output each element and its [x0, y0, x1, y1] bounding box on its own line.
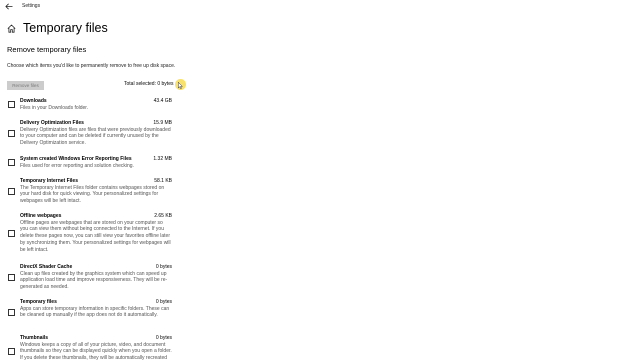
mouse-cursor — [175, 79, 186, 90]
item-description: The Temporary Internet Files folder cont… — [20, 184, 165, 205]
item-description: Windows keeps a copy of all of your pict… — [20, 341, 172, 360]
item-description: Delivery Optimization files are files th… — [20, 126, 171, 147]
downloads-checkbox[interactable] — [8, 101, 15, 108]
thumbnails-checkbox[interactable] — [8, 348, 15, 355]
mouse-pointer-icon — [178, 82, 183, 89]
item-description: Clean up files created by the graphics s… — [20, 270, 168, 291]
windows-error-reporting-checkbox[interactable] — [8, 159, 15, 166]
temporary-internet-files-checkbox[interactable] — [8, 188, 15, 195]
temporary-files-checkbox[interactable] — [8, 309, 15, 316]
item-description: Offline pages are webpages that are stor… — [20, 219, 171, 253]
directx-shader-cache-checkbox[interactable] — [8, 274, 15, 281]
item-description: Files in your Downloads folder. — [20, 104, 89, 111]
delivery-optimization-checkbox[interactable] — [8, 130, 15, 137]
item-description: Apps can store temporary information in … — [20, 305, 170, 319]
item-description: Files used for error reporting and solut… — [20, 162, 134, 169]
offline-webpages-checkbox[interactable] — [8, 230, 15, 237]
temporary-files-list: Downloads 43.4 GB Files in your Download… — [0, 0, 640, 360]
